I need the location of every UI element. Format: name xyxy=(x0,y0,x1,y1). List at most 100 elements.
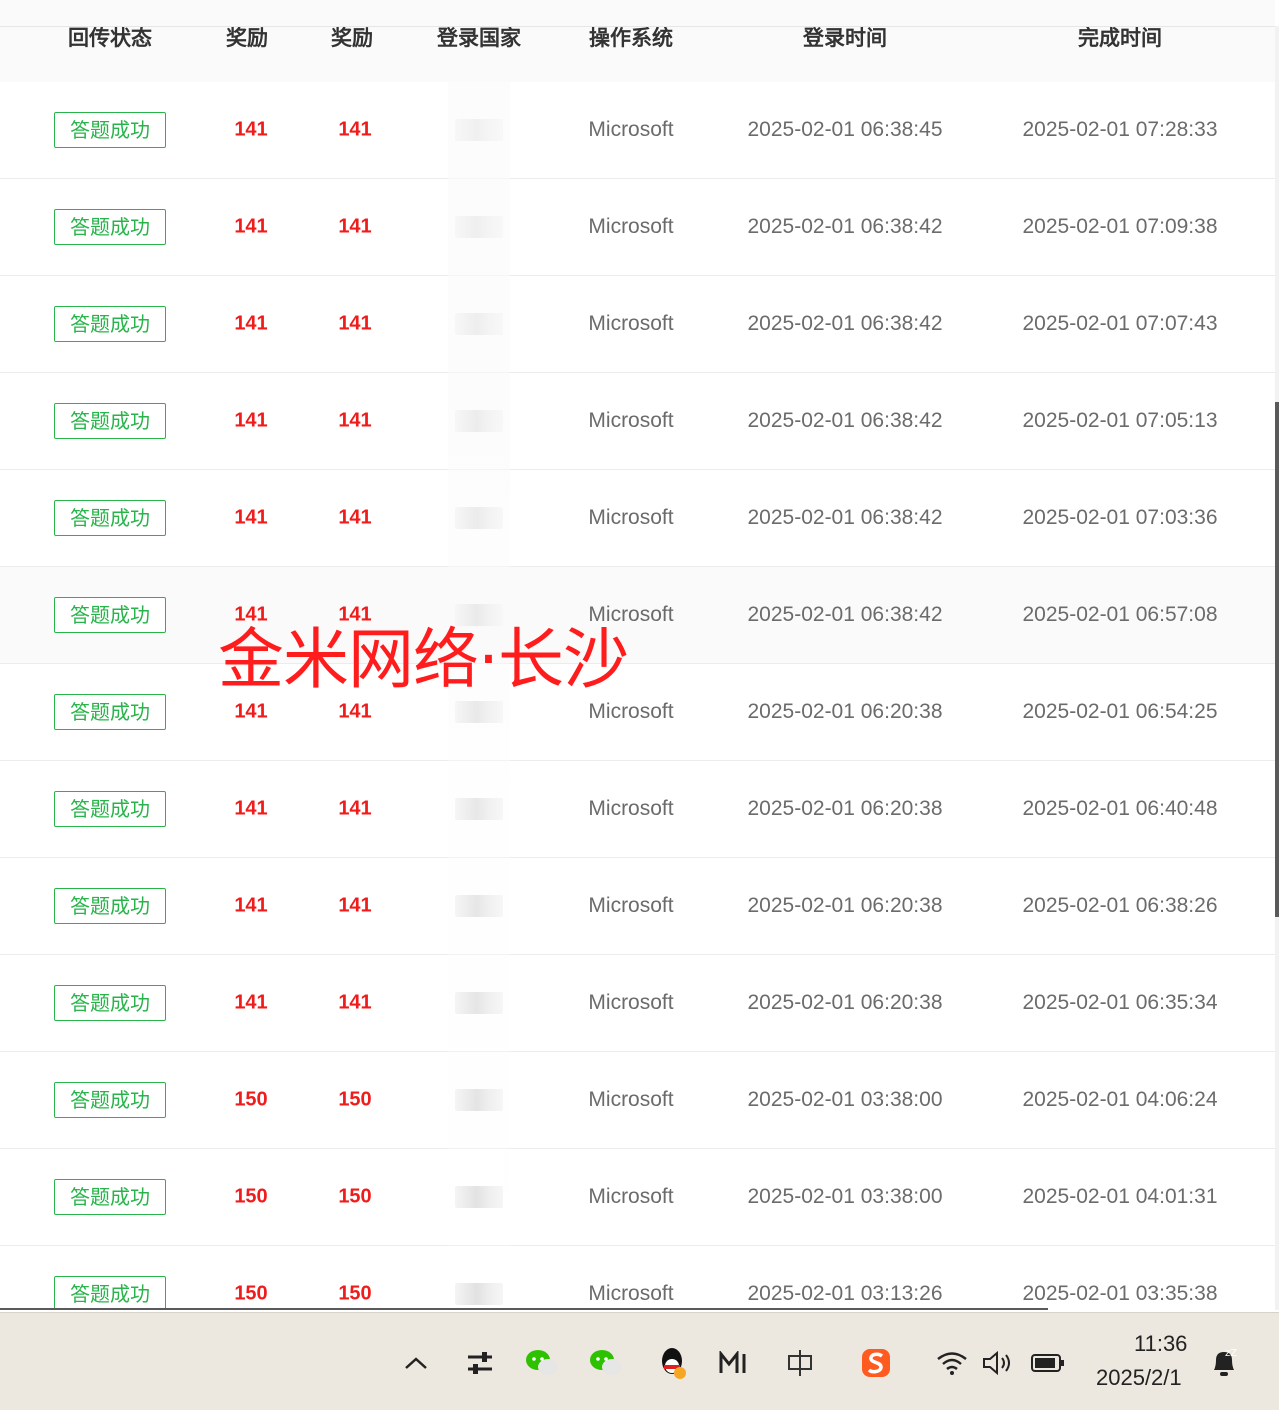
finish-time: 2025-02-01 06:35:34 xyxy=(1022,991,1218,1014)
finish-time: 2025-02-01 06:38:26 xyxy=(1022,894,1218,917)
mail-m-icon[interactable] xyxy=(716,1345,752,1381)
reward-value-2: 141 xyxy=(338,797,372,820)
status-tag: 答题成功 xyxy=(54,403,166,439)
finish-time: 2025-02-01 06:40:48 xyxy=(1022,797,1218,820)
login-time: 2025-02-01 06:38:42 xyxy=(747,215,943,238)
table-row: 答题成功 141 141 Microsoft 2025-02-01 06:38:42 20… xyxy=(0,470,1275,567)
chevron-up-icon[interactable] xyxy=(398,1345,434,1381)
reward-value: 150 xyxy=(234,1282,268,1305)
battery-icon[interactable] xyxy=(1030,1345,1066,1381)
status-tag: 答题成功 xyxy=(54,1276,166,1310)
table-row: 答题成功 141 141 Microsoft 2025-02-01 06:20:38 20… xyxy=(0,858,1275,955)
login-time: 2025-02-01 06:38:42 xyxy=(747,506,943,529)
login-time: 2025-02-01 06:38:42 xyxy=(747,603,943,626)
status-tag: 答题成功 xyxy=(54,1179,166,1215)
table-row: 答题成功 141 141 Microsoft 2025-02-01 06:38:42 20… xyxy=(0,179,1275,276)
os-value: Microsoft xyxy=(588,1088,674,1111)
table-row: 答题成功 141 141 Microsoft 2025-02-01 06:20:38 20… xyxy=(0,761,1275,858)
data-table: 回传状态 奖励 奖励 登录国家 操作系统 登录时间 完成时间 答题成功 141 14… xyxy=(0,0,1279,1310)
status-tag: 答题成功 xyxy=(54,597,166,633)
table-row: 答题成功 141 141 Microsoft 2025-02-01 06:38:42 20… xyxy=(0,276,1275,373)
finish-time: 2025-02-01 06:54:25 xyxy=(1022,700,1218,723)
reward-value-2: 141 xyxy=(338,506,372,529)
reward-value-2: 150 xyxy=(338,1282,372,1305)
finish-time: 2025-02-01 04:01:31 xyxy=(1022,1185,1218,1208)
reward-value-2: 141 xyxy=(338,312,372,335)
login-time: 2025-02-01 06:20:38 xyxy=(747,797,943,820)
login-time: 2025-02-01 03:38:00 xyxy=(747,1088,943,1111)
reward-value: 141 xyxy=(234,312,268,335)
table-header: 回传状态 奖励 奖励 登录国家 操作系统 登录时间 完成时间 xyxy=(0,0,1275,83)
ime-chinese-icon[interactable] xyxy=(782,1345,818,1381)
status-tag: 答题成功 xyxy=(54,1082,166,1118)
os-value: Microsoft xyxy=(588,215,674,238)
sogou-input-icon[interactable] xyxy=(858,1345,894,1381)
table-row: 答题成功 141 141 Microsoft 2025-02-01 06:20:38 20… xyxy=(0,664,1275,761)
login-time: 2025-02-01 06:20:38 xyxy=(747,894,943,917)
taskbar: 11:36 2025/2/1 zZ xyxy=(0,1312,1279,1410)
status-tag: 答题成功 xyxy=(54,112,166,148)
reward-value: 141 xyxy=(234,409,268,432)
login-time: 2025-02-01 06:38:42 xyxy=(747,312,943,335)
table-row: 答题成功 150 150 Microsoft 2025-02-01 03:38:00 20… xyxy=(0,1052,1275,1149)
reward-value: 141 xyxy=(234,797,268,820)
table-row: 答题成功 141 141 Microsoft 2025-02-01 06:38:42 20… xyxy=(0,373,1275,470)
horizontal-scroll-thumb[interactable] xyxy=(0,1308,1048,1310)
reward-value-2: 141 xyxy=(338,215,372,238)
qq-icon[interactable] xyxy=(654,1345,690,1381)
status-tag: 答题成功 xyxy=(54,500,166,536)
login-time: 2025-02-01 06:38:45 xyxy=(747,118,943,141)
wechat-icon[interactable] xyxy=(524,1345,560,1381)
reward-value: 141 xyxy=(234,506,268,529)
wifi-icon[interactable] xyxy=(934,1345,970,1381)
status-tag: 答题成功 xyxy=(54,306,166,342)
reward-value: 141 xyxy=(234,894,268,917)
login-time: 2025-02-01 03:13:26 xyxy=(747,1282,943,1305)
finish-time: 2025-02-01 07:09:38 xyxy=(1022,215,1218,238)
table-row: 答题成功 141 141 Microsoft 2025-02-01 06:20:38 20… xyxy=(0,955,1275,1052)
vertical-scroll-thumb[interactable] xyxy=(1275,402,1279,917)
os-value: Microsoft xyxy=(588,1282,674,1305)
settings-sliders-icon[interactable] xyxy=(462,1345,498,1381)
os-value: Microsoft xyxy=(588,797,674,820)
reward-value-2: 150 xyxy=(338,1088,372,1111)
finish-time: 2025-02-01 03:35:38 xyxy=(1022,1282,1218,1305)
reward-value: 141 xyxy=(234,700,268,723)
volume-icon[interactable] xyxy=(980,1345,1016,1381)
reward-value-2: 141 xyxy=(338,118,372,141)
os-value: Microsoft xyxy=(588,506,674,529)
login-time: 2025-02-01 06:20:38 xyxy=(747,700,943,723)
svg-text:zZ: zZ xyxy=(1225,1348,1237,1359)
reward-value: 141 xyxy=(234,215,268,238)
finish-time: 2025-02-01 07:07:43 xyxy=(1022,312,1218,335)
finish-time: 2025-02-01 04:06:24 xyxy=(1022,1088,1218,1111)
reward-value: 141 xyxy=(234,991,268,1014)
status-tag: 答题成功 xyxy=(54,791,166,827)
table-row: 答题成功 150 150 Microsoft 2025-02-01 03:13:26 20… xyxy=(0,1246,1275,1310)
login-time: 2025-02-01 06:38:42 xyxy=(747,409,943,432)
status-tag: 答题成功 xyxy=(54,985,166,1021)
clock-time[interactable]: 11:36 xyxy=(1134,1331,1187,1357)
table-row: 答题成功 141 141 Microsoft 2025-02-01 06:38:45 20… xyxy=(0,82,1275,179)
notification-sleep-icon[interactable]: zZ xyxy=(1206,1345,1242,1381)
status-tag: 答题成功 xyxy=(54,888,166,924)
table-row: 答题成功 141 141 Microsoft 2025-02-01 06:38:42 20… xyxy=(0,567,1275,664)
os-value: Microsoft xyxy=(588,409,674,432)
finish-time: 2025-02-01 07:03:36 xyxy=(1022,506,1218,529)
reward-value: 150 xyxy=(234,1185,268,1208)
os-value: Microsoft xyxy=(588,118,674,141)
reward-value-2: 150 xyxy=(338,1185,372,1208)
login-time: 2025-02-01 03:38:00 xyxy=(747,1185,943,1208)
reward-value-2: 141 xyxy=(338,991,372,1014)
table-row: 答题成功 150 150 Microsoft 2025-02-01 03:38:00 20… xyxy=(0,1149,1275,1246)
reward-value: 150 xyxy=(234,1088,268,1111)
finish-time: 2025-02-01 07:28:33 xyxy=(1022,118,1218,141)
status-tag: 答题成功 xyxy=(54,694,166,730)
wechat-work-icon[interactable] xyxy=(588,1345,624,1381)
os-value: Microsoft xyxy=(588,991,674,1014)
reward-value-2: 141 xyxy=(338,894,372,917)
clock-date[interactable]: 2025/2/1 xyxy=(1096,1365,1182,1391)
os-value: Microsoft xyxy=(588,1185,674,1208)
reward-value-2: 141 xyxy=(338,700,372,723)
os-value: Microsoft xyxy=(588,700,674,723)
